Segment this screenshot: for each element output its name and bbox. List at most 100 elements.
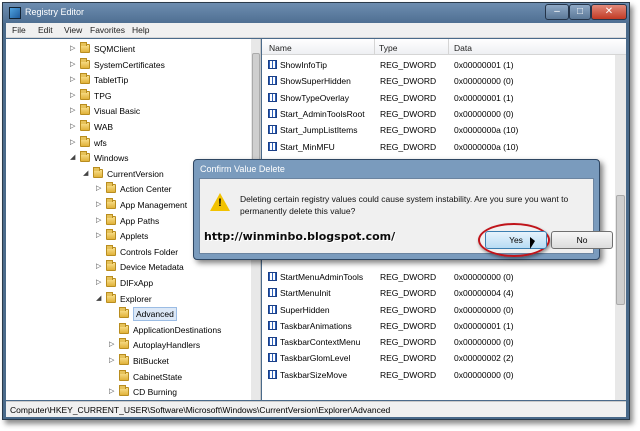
value-name: TaskbarSizeMove — [280, 369, 348, 380]
registry-value-row[interactable]: ShowInfoTip REG_DWORD 0x00000001 (1) — [262, 56, 612, 73]
folder-icon — [106, 291, 116, 303]
registry-value-row[interactable]: SuperHidden REG_DWORD 0x00000000 (0) — [262, 301, 612, 318]
tree-item[interactable]: ◢ Explorer — [6, 291, 251, 307]
expand-arrow-icon[interactable]: ▷ — [70, 138, 75, 146]
folder-icon — [106, 276, 116, 287]
reg-binary-value-icon — [268, 320, 277, 330]
column-name-header[interactable]: Name — [269, 43, 292, 53]
tree-item[interactable]: ▷ WAB — [6, 119, 251, 135]
expand-arrow-icon[interactable]: ◢ — [83, 169, 88, 177]
registry-value-row[interactable]: TaskbarAnimations REG_DWORD 0x00000001 (1) — [262, 317, 612, 334]
expand-arrow-icon[interactable]: ▷ — [96, 216, 101, 224]
tree-item-label: Applets — [120, 231, 149, 242]
registry-value-row[interactable]: StartMenuInit REG_DWORD 0x00000004 (4) — [262, 284, 612, 301]
tree-item[interactable]: ▷ CD Burning — [6, 384, 251, 400]
expand-arrow-icon[interactable]: ▷ — [70, 106, 75, 114]
menu-file[interactable]: File — [12, 25, 26, 35]
expand-arrow-icon[interactable]: ▷ — [70, 122, 75, 130]
value-name: TaskbarAnimations — [280, 320, 352, 331]
tree-item[interactable]: ▷ wfs — [6, 135, 251, 151]
registry-value-row[interactable]: Start_MinMFU REG_DWORD 0x0000000a (10) — [262, 138, 612, 155]
reg-binary-value-icon — [268, 369, 277, 379]
folder-icon — [119, 369, 129, 381]
value-data: 0x0000000a (10) — [454, 141, 519, 152]
tree-item[interactable]: ▷ AutoplayHandlers — [6, 337, 251, 353]
tree-item[interactable]: ApplicationDestinations — [6, 322, 251, 338]
expand-arrow-icon[interactable]: ▷ — [96, 231, 101, 239]
maximize-button[interactable]: □ — [569, 4, 591, 20]
folder-icon — [80, 151, 90, 163]
expand-arrow-icon[interactable]: ▷ — [70, 44, 75, 52]
tree-item[interactable]: Advanced — [6, 306, 251, 322]
tree-item-label: Action Center — [120, 184, 172, 195]
expand-arrow-icon[interactable]: ▷ — [70, 91, 75, 99]
expand-arrow-icon[interactable]: ▷ — [70, 75, 75, 83]
expand-arrow-icon[interactable]: ◢ — [96, 294, 101, 302]
expand-arrow-icon[interactable]: ▷ — [70, 60, 75, 68]
tree-item-label: Windows — [94, 153, 129, 164]
list-scrollbar[interactable] — [615, 55, 626, 400]
tree-item[interactable]: ▷ SystemCertificates — [6, 57, 251, 73]
tree-item[interactable]: ▷ TabletTip — [6, 72, 251, 88]
folder-icon — [80, 120, 90, 131]
tree-item[interactable]: ▷ Visual Basic — [6, 103, 251, 119]
folder-icon — [106, 260, 116, 272]
folder-icon — [106, 229, 116, 241]
registry-editor-icon — [9, 7, 21, 19]
registry-value-row[interactable]: ShowSuperHidden REG_DWORD 0x00000000 (0) — [262, 72, 612, 89]
tree-item[interactable]: ▷ TPG — [6, 88, 251, 104]
folder-icon — [80, 88, 90, 100]
expand-arrow-icon[interactable]: ▷ — [96, 200, 101, 208]
tree-item-label: TabletTip — [94, 75, 129, 86]
reg-binary-value-icon — [268, 92, 277, 102]
registry-value-row[interactable]: TaskbarGlomLevel REG_DWORD 0x00000002 (2) — [262, 349, 612, 366]
column-divider[interactable] — [448, 39, 449, 55]
folder-icon — [80, 57, 90, 69]
registry-value-row[interactable]: StartMenuAdminTools REG_DWORD 0x00000000 (… — [262, 268, 612, 285]
registry-value-row[interactable]: TaskbarContextMenu REG_DWORD 0x00000000 (0… — [262, 333, 612, 350]
expand-arrow-icon[interactable]: ◢ — [70, 153, 75, 161]
expand-arrow-icon[interactable]: ▷ — [96, 184, 101, 192]
close-button[interactable]: ✕ — [591, 4, 627, 20]
list-scroll-thumb[interactable] — [616, 195, 625, 305]
folder-icon — [119, 354, 129, 365]
reg-binary-value-icon — [268, 60, 277, 69]
column-divider[interactable] — [374, 39, 375, 55]
value-data: 0x00000000 (0) — [454, 369, 514, 380]
expand-arrow-icon[interactable]: ▷ — [109, 340, 114, 348]
value-data: 0x0000000a (10) — [454, 125, 519, 136]
no-button[interactable]: No — [551, 231, 613, 249]
tree-item[interactable]: ▷ DIFxApp — [6, 275, 251, 291]
tree-item-label: Controls Folder — [120, 246, 179, 257]
folder-icon — [80, 135, 90, 147]
folder-icon — [106, 213, 116, 225]
reg-binary-value-icon — [268, 288, 277, 298]
title-bar[interactable]: Registry Editor – □ ✕ — [3, 3, 629, 23]
menu-favorites[interactable]: Favorites — [90, 25, 125, 35]
registry-value-row[interactable]: Start_JumpListItems REG_DWORD 0x0000000a (… — [262, 121, 612, 138]
menu-help[interactable]: Help — [132, 25, 149, 35]
column-type-header[interactable]: Type — [379, 43, 397, 53]
tree-item-label: SystemCertificates — [94, 59, 165, 70]
expand-arrow-icon[interactable]: ▷ — [96, 278, 101, 286]
menu-view[interactable]: View — [64, 25, 82, 35]
minimize-button[interactable]: – — [545, 4, 569, 20]
expand-arrow-icon[interactable]: ▷ — [96, 262, 101, 270]
value-type: REG_DWORD — [380, 271, 437, 282]
value-name: Start_JumpListItems — [280, 125, 358, 136]
folder-icon — [119, 385, 129, 397]
tree-item[interactable]: ▷ Device Metadata — [6, 259, 251, 275]
tree-item-label: App Management — [120, 200, 188, 210]
registry-value-row[interactable]: ShowTypeOverlay REG_DWORD 0x00000001 (1) — [262, 89, 612, 106]
tree-item[interactable]: CabinetState — [6, 369, 251, 385]
column-data-header[interactable]: Data — [454, 43, 472, 53]
value-type: REG_DWORD — [380, 320, 437, 331]
tree-item[interactable]: ▷ SQMClient — [6, 41, 251, 57]
expand-arrow-icon[interactable]: ▷ — [109, 387, 114, 395]
registry-value-row[interactable]: Start_AdminToolsRoot REG_DWORD 0x00000000 … — [262, 105, 612, 122]
yes-button[interactable]: Yes — [485, 231, 547, 249]
registry-value-row[interactable]: TaskbarSizeMove REG_DWORD 0x00000000 (0) — [262, 366, 612, 383]
tree-item[interactable]: ▷ BitBucket — [6, 353, 251, 369]
expand-arrow-icon[interactable]: ▷ — [109, 356, 114, 364]
menu-edit[interactable]: Edit — [38, 25, 53, 35]
